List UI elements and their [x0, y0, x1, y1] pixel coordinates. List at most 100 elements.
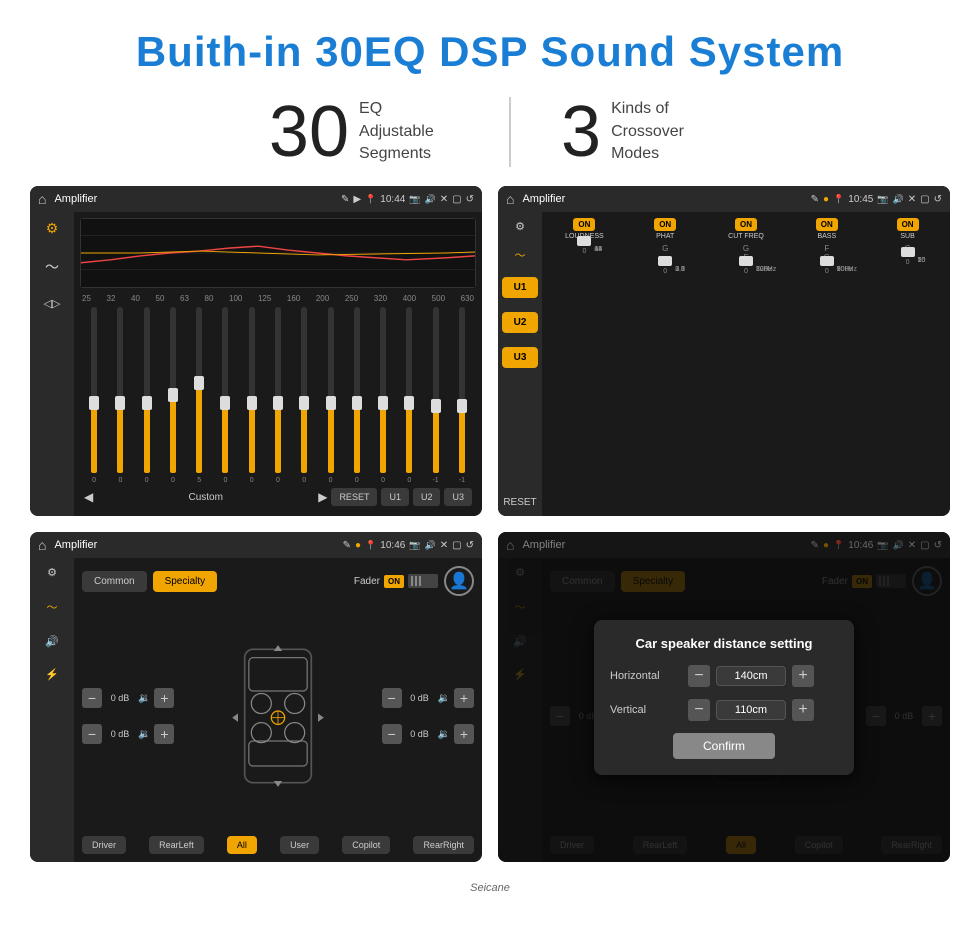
db-val-br: 0 dB — [406, 729, 434, 739]
play-icon[interactable]: ▶ — [353, 194, 361, 205]
db-plus-bl[interactable]: + — [154, 724, 174, 744]
eq-slider-14[interactable]: -1 — [423, 307, 447, 484]
eq-sliders: 0 0 0 0 — [80, 307, 476, 484]
eq-vol-icon[interactable]: ◁▷ — [44, 297, 61, 310]
horizontal-input[interactable] — [716, 666, 786, 686]
fader-visual3 — [408, 574, 438, 588]
rearleft-btn3[interactable]: RearLeft — [149, 836, 204, 854]
db-plus-tl[interactable]: + — [154, 688, 174, 708]
copilot-btn3[interactable]: Copilot — [342, 836, 390, 854]
eq-slider-5[interactable]: 5 — [187, 307, 211, 484]
bass-val: 0 — [825, 268, 829, 275]
horizontal-plus[interactable]: + — [792, 665, 814, 687]
db-row-tl: − 0 dB 🔉 + — [82, 688, 174, 708]
eq-slider-4[interactable]: 0 — [161, 307, 185, 484]
eq-slider-12[interactable]: 0 — [371, 307, 395, 484]
x-icon2[interactable]: ✕ — [908, 194, 916, 205]
crossover-main: ON LOUDNESS 64 48 32 16 0 — [542, 212, 950, 516]
screen3-time: 10:46 — [380, 540, 405, 551]
eq-slider-2[interactable]: 0 — [108, 307, 132, 484]
db-plus-br[interactable]: + — [454, 724, 474, 744]
home-icon[interactable]: ⌂ — [38, 191, 46, 207]
db-plus-tr[interactable]: + — [454, 688, 474, 708]
all-btn3[interactable]: All — [227, 836, 257, 854]
phat-on-badge[interactable]: ON — [654, 218, 676, 231]
eq-settings-icon[interactable]: ⚙ — [46, 220, 59, 237]
vol-icon2[interactable]: 🔊 — [893, 194, 904, 205]
back-icon2[interactable]: ↺ — [934, 194, 942, 205]
driver-btn3[interactable]: Driver — [82, 836, 126, 854]
specialty-tab3[interactable]: Specialty — [153, 571, 218, 592]
db-minus-br[interactable]: − — [382, 724, 402, 744]
db-row-bl: − 0 dB 🔉 + — [82, 724, 174, 744]
u3-side-button[interactable]: U3 — [502, 347, 538, 368]
eq-slider-15[interactable]: -1 — [450, 307, 474, 484]
eq-slider-3[interactable]: 0 — [135, 307, 159, 484]
amp-wave-icon3[interactable]: 〜 — [47, 599, 58, 615]
back-icon3[interactable]: ↺ — [466, 540, 474, 551]
u1-side-button[interactable]: U1 — [502, 277, 538, 298]
dialog-confirm-row: Confirm — [610, 733, 838, 759]
eq-footer: ◀ Custom ▶ RESET U1 U2 U3 — [80, 484, 476, 510]
vertical-minus[interactable]: − — [688, 699, 710, 721]
u2-side-button[interactable]: U2 — [502, 312, 538, 333]
vertical-label: Vertical — [610, 704, 680, 716]
fader-on-badge3[interactable]: ON — [384, 575, 404, 588]
reset-side-label[interactable]: RESET — [503, 497, 536, 508]
crossover-content: ⚙ 〜 U1 U2 U3 RESET ON LOUDNESS — [498, 212, 950, 516]
home-icon3[interactable]: ⌂ — [38, 537, 46, 553]
eq-slider-1[interactable]: 0 — [82, 307, 106, 484]
eq-slider-6[interactable]: 0 — [213, 307, 237, 484]
eq-slider-13[interactable]: 0 — [397, 307, 421, 484]
bass-label: BASS — [817, 233, 836, 240]
speaker-icon-tr: 🔉 — [438, 693, 450, 704]
amp-eq-icon3[interactable]: ⚙ — [47, 566, 57, 579]
vol-icon3[interactable]: 🔊 — [425, 540, 436, 551]
vol-icon[interactable]: 🔊 — [425, 194, 436, 205]
reset-button[interactable]: RESET — [331, 488, 377, 506]
back-icon[interactable]: ↺ — [466, 194, 474, 205]
bass-on-badge[interactable]: ON — [816, 218, 838, 231]
eq-wave-icon[interactable]: 〜 — [45, 257, 59, 277]
u3-button[interactable]: U3 — [444, 488, 472, 506]
cam-icon2[interactable]: 📷 — [877, 194, 888, 205]
screen2-statusbar: ⌂ Amplifier ✎ ● 📍 10:45 📷 🔊 ✕ ▢ ↺ — [498, 186, 950, 212]
common-tab3[interactable]: Common — [82, 571, 147, 592]
amp-spk-icon3[interactable]: 🔊 — [45, 635, 59, 648]
vertical-control: − + — [688, 699, 838, 721]
eq-slider-10[interactable]: 0 — [318, 307, 342, 484]
cam-icon3[interactable]: 📷 — [409, 540, 420, 551]
crossover-eq-icon[interactable]: ⚙ — [515, 220, 525, 233]
user-btn3[interactable]: User — [280, 836, 319, 854]
eq-custom-label: Custom — [97, 492, 314, 503]
eq-slider-9[interactable]: 0 — [292, 307, 316, 484]
rearright-btn3[interactable]: RearRight — [413, 836, 474, 854]
home-icon2[interactable]: ⌂ — [506, 191, 514, 207]
u1-button[interactable]: U1 — [381, 488, 409, 506]
eq-slider-8[interactable]: 0 — [266, 307, 290, 484]
sq-icon2[interactable]: ▢ — [920, 194, 929, 205]
sq-icon3[interactable]: ▢ — [452, 540, 461, 551]
x-icon3[interactable]: ✕ — [440, 540, 448, 551]
crossover-wave-icon[interactable]: 〜 — [515, 247, 526, 263]
prev-icon[interactable]: ◀ — [84, 490, 93, 504]
x-icon[interactable]: ✕ — [440, 194, 448, 205]
db-minus-tr[interactable]: − — [382, 688, 402, 708]
next-icon[interactable]: ▶ — [318, 490, 327, 504]
sq-icon[interactable]: ▢ — [452, 194, 461, 205]
amp-user-icon3[interactable]: 👤 — [444, 566, 474, 596]
db-minus-bl[interactable]: − — [82, 724, 102, 744]
horizontal-minus[interactable]: − — [688, 665, 710, 687]
u2-button[interactable]: U2 — [413, 488, 441, 506]
db-minus-tl[interactable]: − — [82, 688, 102, 708]
sub-on-badge[interactable]: ON — [897, 218, 919, 231]
vertical-plus[interactable]: + — [792, 699, 814, 721]
eq-slider-11[interactable]: 0 — [345, 307, 369, 484]
cam-icon[interactable]: 📷 — [409, 194, 420, 205]
eq-slider-7[interactable]: 0 — [240, 307, 264, 484]
confirm-button[interactable]: Confirm — [673, 733, 775, 759]
amp-bt-icon3[interactable]: ⚡ — [45, 668, 59, 681]
vertical-input[interactable] — [716, 700, 786, 720]
loudness-on-badge[interactable]: ON — [573, 218, 595, 231]
cutfreq-on-badge[interactable]: ON — [735, 218, 757, 231]
